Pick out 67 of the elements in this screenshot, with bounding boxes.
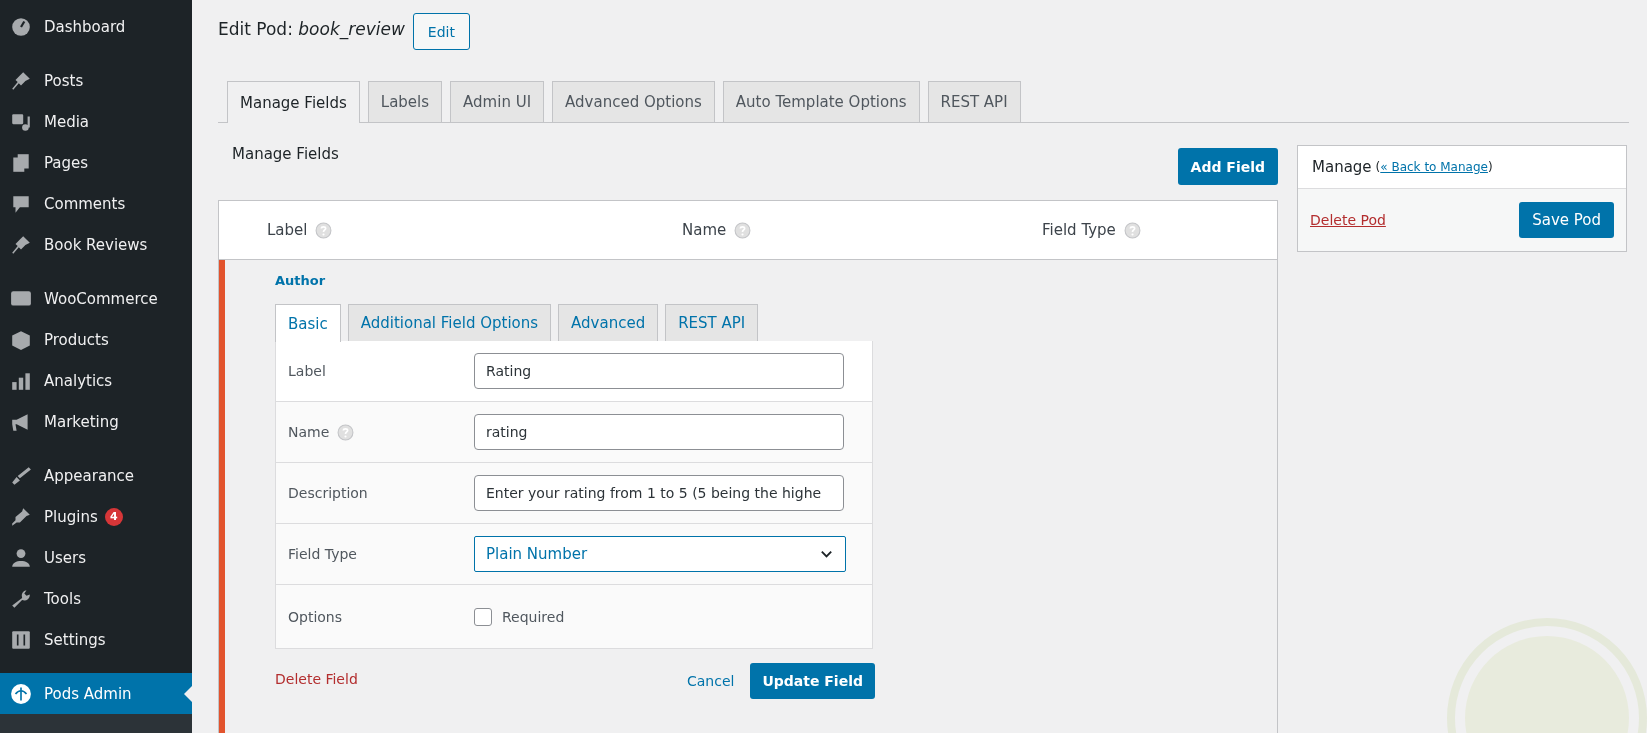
column-header: Field Type — [1042, 221, 1116, 239]
checkbox-label: Required — [502, 608, 565, 625]
field-link[interactable]: Author — [275, 273, 326, 288]
delete-pod-link[interactable]: Delete Pod — [1310, 212, 1386, 228]
add-field-button[interactable]: Add Field — [1177, 148, 1278, 185]
update-count-badge: 4 — [104, 507, 123, 526]
field-label: Name — [288, 424, 330, 440]
menu-item-icon — [10, 682, 32, 705]
update-field-button[interactable]: Update Field — [750, 663, 875, 699]
edit-button[interactable]: Edit — [412, 13, 470, 50]
cancel-link[interactable]: Cancel — [686, 673, 735, 689]
menu-item-icon — [10, 69, 32, 92]
column-header: Label — [267, 221, 308, 239]
sidebar-item[interactable]: Appearance — [0, 455, 192, 496]
sidebar-item[interactable]: Tools — [0, 578, 192, 619]
panel-title: Manage — [1312, 158, 1372, 176]
menu-item-icon — [10, 546, 32, 569]
field-label: Field Type — [288, 546, 357, 562]
tab[interactable]: Advanced Options — [552, 81, 715, 122]
input-field[interactable]: rating — [474, 414, 844, 450]
help-icon — [734, 221, 752, 239]
tab[interactable]: Auto Template Options — [722, 81, 920, 122]
help-icon — [315, 221, 333, 239]
sidebar-item[interactable]: Users — [0, 537, 192, 578]
sidebar-item[interactable]: Products — [0, 319, 192, 360]
sidebar-item[interactable]: Dashboard — [0, 6, 192, 47]
delete-field-link[interactable]: Delete Field — [275, 671, 358, 687]
sidebar-item[interactable]: Posts — [0, 60, 192, 101]
sidebar-item[interactable]: Marketing — [0, 401, 192, 442]
sidebar-item[interactable]: WooCommerce — [0, 278, 192, 319]
menu-item-icon — [10, 233, 32, 256]
sidebar-item[interactable]: Pages — [0, 142, 192, 183]
page-title: Edit Pod: book_review — [218, 18, 405, 39]
sidebar-item[interactable]: Settings — [0, 619, 192, 660]
help-icon — [1123, 221, 1141, 239]
input-field[interactable]: Rating — [474, 353, 844, 389]
tab[interactable]: REST API — [665, 304, 759, 341]
save-pod-button[interactable]: Save Pod — [1519, 202, 1614, 238]
menu-item-icon — [10, 505, 32, 528]
tab[interactable]: Additional Field Options — [347, 304, 552, 341]
checkbox[interactable] — [474, 607, 492, 626]
field-label: Options — [288, 608, 343, 625]
column-header: Name — [682, 221, 727, 239]
sidebar-item[interactable]: Book Reviews — [0, 224, 192, 265]
field-label: Label — [288, 363, 326, 379]
back-link-text: (« Back to Manage) — [1375, 160, 1493, 174]
tab[interactable]: Admin UI — [450, 81, 545, 122]
field-label: Description — [288, 485, 368, 501]
menu-item-icon — [10, 328, 32, 351]
menu-item-icon — [10, 628, 32, 651]
tab[interactable]: REST API — [927, 81, 1021, 122]
sidebar-item[interactable]: Pods Admin — [0, 673, 192, 714]
tab[interactable]: Basic — [275, 304, 341, 342]
back-link[interactable]: « Back to Manage — [1380, 160, 1488, 174]
tab[interactable]: Advanced — [558, 304, 659, 341]
section-heading: Manage Fields — [232, 145, 339, 163]
sidebar-item[interactable]: Analytics — [0, 360, 192, 401]
menu-item-icon — [10, 464, 32, 487]
sidebar-item[interactable]: Plugins 4 — [0, 496, 192, 537]
tab[interactable]: Labels — [367, 81, 443, 122]
menu-item-icon — [10, 15, 32, 38]
sidebar-item[interactable]: Media — [0, 101, 192, 142]
sidebar-item[interactable]: Comments — [0, 183, 192, 224]
dropdown[interactable]: Plain Number — [474, 536, 846, 572]
menu-item-icon — [10, 151, 32, 174]
input-field[interactable]: Enter your rating from 1 to 5 (5 being the highe — [474, 475, 844, 511]
tab[interactable]: Manage Fields — [227, 81, 360, 123]
